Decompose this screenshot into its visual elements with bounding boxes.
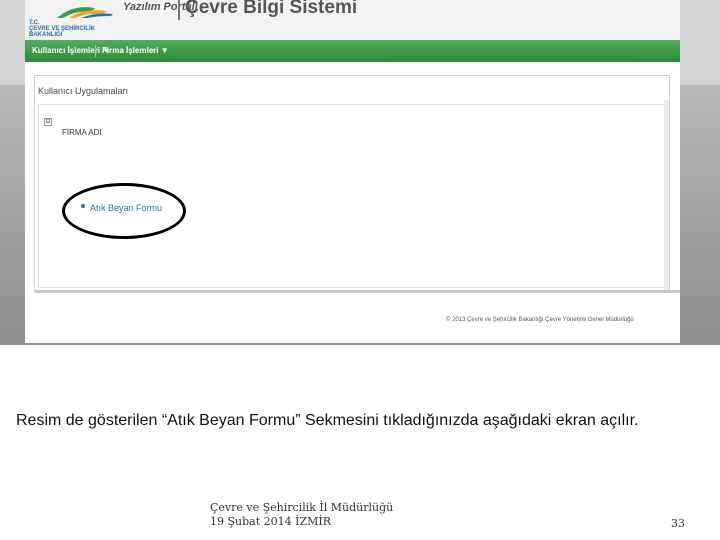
- content-title: Kullanıcı Uygulamaları: [38, 86, 129, 96]
- ministry-logo-icon: [57, 7, 113, 18]
- nav-firm-operations[interactable]: Firma İşlemleri ▼: [102, 46, 169, 55]
- collapse-icon[interactable]: ⊟: [44, 118, 52, 126]
- page-number: 33: [671, 517, 685, 530]
- nav-divider: [95, 45, 96, 57]
- firm-name-label: FİRMA ADI: [62, 128, 102, 137]
- app-window: T.C. ÇEVRE VE ŞEHİRCİLİK BAKANLIĞI Yazıl…: [25, 0, 680, 343]
- footer-date-location: 19 Şubat 2014 İZMİR: [210, 515, 331, 528]
- screenshot: T.C. ÇEVRE VE ŞEHİRCİLİK BAKANLIĞI Yazıl…: [0, 0, 720, 345]
- nav-user-operations[interactable]: Kullanıcı İşlemleri ▼: [32, 46, 110, 55]
- footer-organization: Çevre ve Şehircilik İl Müdürlüğü: [210, 501, 394, 514]
- applications-panel: ⊟ FİRMA ADI Atık Beyan Formu: [38, 104, 668, 288]
- waste-declaration-form-link[interactable]: Atık Beyan Formu: [90, 203, 162, 213]
- slide-caption: Resim de gösterilen “Atık Beyan Formu” S…: [16, 412, 639, 429]
- slide-footer: Çevre ve Şehircilik İl Müdürlüğü 19 Şuba…: [210, 501, 393, 529]
- main-navbar: Kullanıcı İşlemleri ▼ Firma İşlemleri ▼: [25, 40, 680, 62]
- header-divider: [178, 0, 180, 20]
- content-area: Kullanıcı Uygulamaları ⊟ FİRMA ADI Atık …: [34, 75, 670, 292]
- scrollbar[interactable]: [664, 100, 669, 290]
- system-title: Çevre Bilgi Sistemi: [185, 0, 358, 18]
- app-header: T.C. ÇEVRE VE ŞEHİRCİLİK BAKANLIĞI Yazıl…: [25, 0, 680, 40]
- app-footer-divider: [35, 290, 680, 293]
- bullet-icon: [81, 204, 85, 208]
- copyright-text: © 2013 Çevre ve Şehircilik Bakanlığı Çev…: [446, 317, 634, 323]
- ministry-logo-text: T.C. ÇEVRE VE ŞEHİRCİLİK BAKANLIĞI: [29, 20, 96, 38]
